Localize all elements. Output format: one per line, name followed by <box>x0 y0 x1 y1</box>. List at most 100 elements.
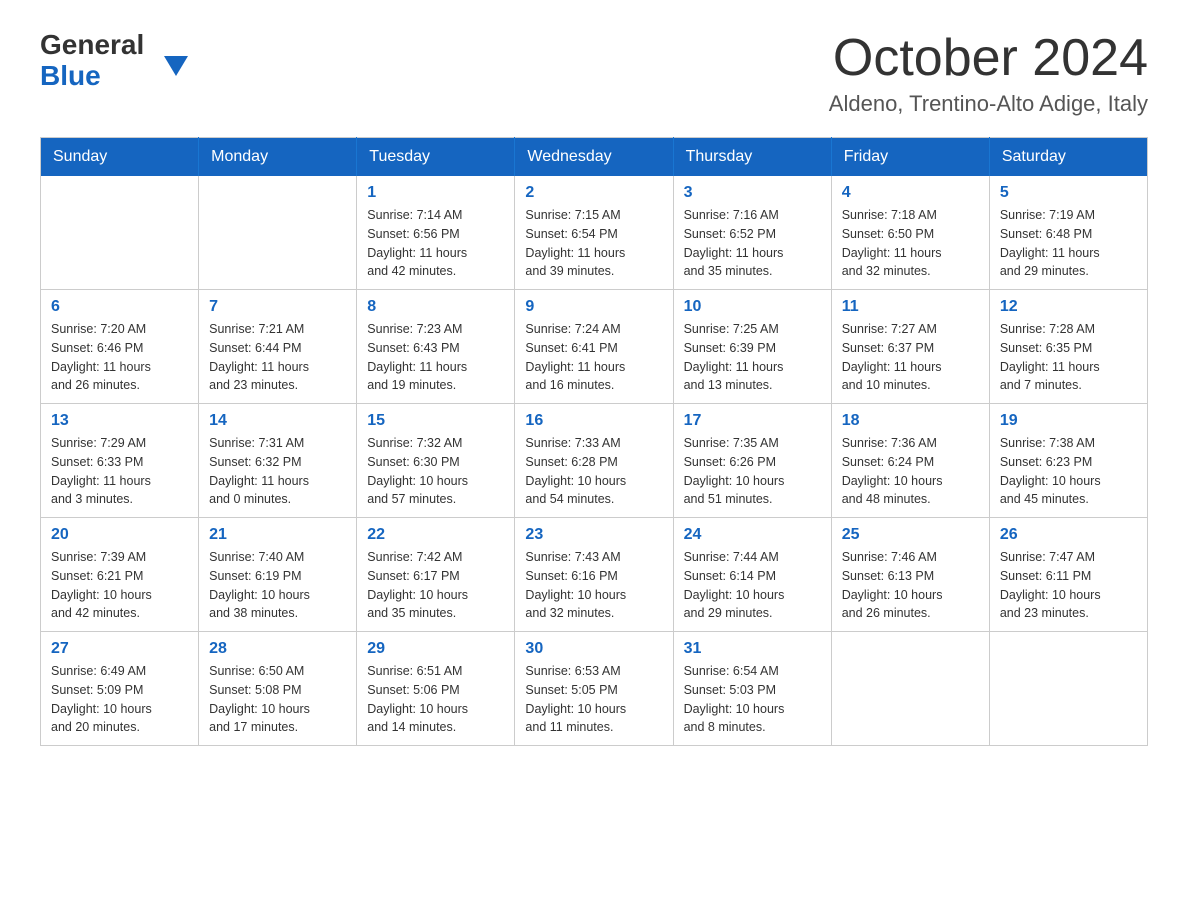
calendar-week-row: 6 Sunrise: 7:20 AM Sunset: 6:46 PM Daylig… <box>41 290 1148 404</box>
header-monday: Monday <box>199 138 357 177</box>
day-number: 9 <box>525 298 662 316</box>
day-info: Sunrise: 7:35 AM Sunset: 6:26 PM Dayligh… <box>684 434 821 509</box>
calendar-cell <box>41 176 199 290</box>
day-number: 29 <box>367 640 504 658</box>
day-info: Sunrise: 7:31 AM Sunset: 6:32 PM Dayligh… <box>209 434 346 509</box>
calendar-cell: 23 Sunrise: 7:43 AM Sunset: 6:16 PM Dayli… <box>515 518 673 632</box>
header-saturday: Saturday <box>989 138 1147 177</box>
calendar-cell <box>199 176 357 290</box>
calendar-cell: 15 Sunrise: 7:32 AM Sunset: 6:30 PM Dayli… <box>357 404 515 518</box>
logo-blue: Blue <box>40 61 154 92</box>
day-info: Sunrise: 7:38 AM Sunset: 6:23 PM Dayligh… <box>1000 434 1137 509</box>
day-number: 2 <box>525 184 662 202</box>
calendar-cell: 22Sunrise: 7:42 AM Sunset: 6:17 PM Dayli… <box>357 518 515 632</box>
day-info: Sunrise: 6:54 AM Sunset: 5:03 PM Dayligh… <box>684 662 821 737</box>
day-info: Sunrise: 7:33 AM Sunset: 6:28 PM Dayligh… <box>525 434 662 509</box>
day-info: Sunrise: 7:15 AM Sunset: 6:54 PM Dayligh… <box>525 206 662 281</box>
day-number: 15 <box>367 412 504 430</box>
day-number: 4 <box>842 184 979 202</box>
day-number: 27 <box>51 640 188 658</box>
calendar-cell: 9 Sunrise: 7:24 AM Sunset: 6:41 PM Daylig… <box>515 290 673 404</box>
day-number: 1 <box>367 184 504 202</box>
calendar-cell: 20Sunrise: 7:39 AM Sunset: 6:21 PM Dayli… <box>41 518 199 632</box>
day-number: 19 <box>1000 412 1137 430</box>
calendar-cell <box>831 632 989 746</box>
day-number: 24 <box>684 526 821 544</box>
calendar-cell: 18 Sunrise: 7:36 AM Sunset: 6:24 PM Dayli… <box>831 404 989 518</box>
calendar-cell: 21Sunrise: 7:40 AM Sunset: 6:19 PM Dayli… <box>199 518 357 632</box>
day-info: Sunrise: 7:44 AM Sunset: 6:14 PM Dayligh… <box>684 548 821 623</box>
calendar-cell: 5Sunrise: 7:19 AM Sunset: 6:48 PM Daylig… <box>989 176 1147 290</box>
day-number: 7 <box>209 298 346 316</box>
day-number: 26 <box>1000 526 1137 544</box>
day-number: 6 <box>51 298 188 316</box>
day-info: Sunrise: 7:43 AM Sunset: 6:16 PM Dayligh… <box>525 548 662 623</box>
logo: General Blue <box>40 30 178 92</box>
header-friday: Friday <box>831 138 989 177</box>
day-info: Sunrise: 7:18 AM Sunset: 6:50 PM Dayligh… <box>842 206 979 281</box>
calendar-cell: 6 Sunrise: 7:20 AM Sunset: 6:46 PM Daylig… <box>41 290 199 404</box>
calendar-cell: 11 Sunrise: 7:27 AM Sunset: 6:37 PM Dayli… <box>831 290 989 404</box>
calendar-cell: 10 Sunrise: 7:25 AM Sunset: 6:39 PM Dayli… <box>673 290 831 404</box>
calendar-week-row: 13Sunrise: 7:29 AM Sunset: 6:33 PM Dayli… <box>41 404 1148 518</box>
day-info: Sunrise: 7:47 AM Sunset: 6:11 PM Dayligh… <box>1000 548 1137 623</box>
calendar-header-row: SundayMondayTuesdayWednesdayThursdayFrid… <box>41 138 1148 177</box>
calendar-cell: 16 Sunrise: 7:33 AM Sunset: 6:28 PM Dayli… <box>515 404 673 518</box>
day-number: 11 <box>842 298 979 316</box>
day-number: 25 <box>842 526 979 544</box>
day-info: Sunrise: 7:20 AM Sunset: 6:46 PM Dayligh… <box>51 320 188 395</box>
day-number: 23 <box>525 526 662 544</box>
day-number: 16 <box>525 412 662 430</box>
day-number: 13 <box>51 412 188 430</box>
day-number: 20 <box>51 526 188 544</box>
day-number: 18 <box>842 412 979 430</box>
day-info: Sunrise: 6:50 AM Sunset: 5:08 PM Dayligh… <box>209 662 346 737</box>
calendar-cell: 2 Sunrise: 7:15 AM Sunset: 6:54 PM Daylig… <box>515 176 673 290</box>
day-info: Sunrise: 7:36 AM Sunset: 6:24 PM Dayligh… <box>842 434 979 509</box>
month-title: October 2024 <box>829 30 1148 87</box>
title-section: October 2024 Aldeno, Trentino-Alto Adige… <box>829 30 1148 117</box>
day-info: Sunrise: 7:28 AM Sunset: 6:35 PM Dayligh… <box>1000 320 1137 395</box>
day-number: 30 <box>525 640 662 658</box>
calendar-cell: 30 Sunrise: 6:53 AM Sunset: 5:05 PM Dayli… <box>515 632 673 746</box>
day-number: 14 <box>209 412 346 430</box>
calendar-week-row: 20Sunrise: 7:39 AM Sunset: 6:21 PM Dayli… <box>41 518 1148 632</box>
day-info: Sunrise: 7:32 AM Sunset: 6:30 PM Dayligh… <box>367 434 504 509</box>
calendar-cell: 8 Sunrise: 7:23 AM Sunset: 6:43 PM Daylig… <box>357 290 515 404</box>
calendar-cell: 29 Sunrise: 6:51 AM Sunset: 5:06 PM Dayli… <box>357 632 515 746</box>
day-info: Sunrise: 6:53 AM Sunset: 5:05 PM Dayligh… <box>525 662 662 737</box>
calendar-cell: 17 Sunrise: 7:35 AM Sunset: 6:26 PM Dayli… <box>673 404 831 518</box>
day-info: Sunrise: 7:24 AM Sunset: 6:41 PM Dayligh… <box>525 320 662 395</box>
day-info: Sunrise: 6:51 AM Sunset: 5:06 PM Dayligh… <box>367 662 504 737</box>
day-info: Sunrise: 7:23 AM Sunset: 6:43 PM Dayligh… <box>367 320 504 395</box>
day-number: 17 <box>684 412 821 430</box>
day-number: 10 <box>684 298 821 316</box>
day-info: Sunrise: 7:16 AM Sunset: 6:52 PM Dayligh… <box>684 206 821 281</box>
calendar-cell: 24 Sunrise: 7:44 AM Sunset: 6:14 PM Dayli… <box>673 518 831 632</box>
calendar-cell: 3Sunrise: 7:16 AM Sunset: 6:52 PM Daylig… <box>673 176 831 290</box>
day-number: 5 <box>1000 184 1137 202</box>
calendar-cell: 27 Sunrise: 6:49 AM Sunset: 5:09 PM Dayli… <box>41 632 199 746</box>
day-number: 28 <box>209 640 346 658</box>
calendar-cell: 25Sunrise: 7:46 AM Sunset: 6:13 PM Dayli… <box>831 518 989 632</box>
calendar-table: SundayMondayTuesdayWednesdayThursdayFrid… <box>40 137 1148 746</box>
header-wednesday: Wednesday <box>515 138 673 177</box>
day-number: 8 <box>367 298 504 316</box>
day-info: Sunrise: 7:27 AM Sunset: 6:37 PM Dayligh… <box>842 320 979 395</box>
day-info: Sunrise: 7:25 AM Sunset: 6:39 PM Dayligh… <box>684 320 821 395</box>
calendar-cell: 1 Sunrise: 7:14 AM Sunset: 6:56 PM Daylig… <box>357 176 515 290</box>
day-number: 21 <box>209 526 346 544</box>
day-number: 12 <box>1000 298 1137 316</box>
day-number: 31 <box>684 640 821 658</box>
calendar-cell <box>989 632 1147 746</box>
calendar-cell: 19 Sunrise: 7:38 AM Sunset: 6:23 PM Dayli… <box>989 404 1147 518</box>
day-info: Sunrise: 7:14 AM Sunset: 6:56 PM Dayligh… <box>367 206 504 281</box>
day-info: Sunrise: 6:49 AM Sunset: 5:09 PM Dayligh… <box>51 662 188 737</box>
calendar-cell: 12 Sunrise: 7:28 AM Sunset: 6:35 PM Dayli… <box>989 290 1147 404</box>
calendar-cell: 14 Sunrise: 7:31 AM Sunset: 6:32 PM Dayli… <box>199 404 357 518</box>
calendar-cell: 28 Sunrise: 6:50 AM Sunset: 5:08 PM Dayli… <box>199 632 357 746</box>
logo-triangle-icon <box>164 56 188 76</box>
day-number: 22 <box>367 526 504 544</box>
header-thursday: Thursday <box>673 138 831 177</box>
calendar-cell: 26 Sunrise: 7:47 AM Sunset: 6:11 PM Dayli… <box>989 518 1147 632</box>
